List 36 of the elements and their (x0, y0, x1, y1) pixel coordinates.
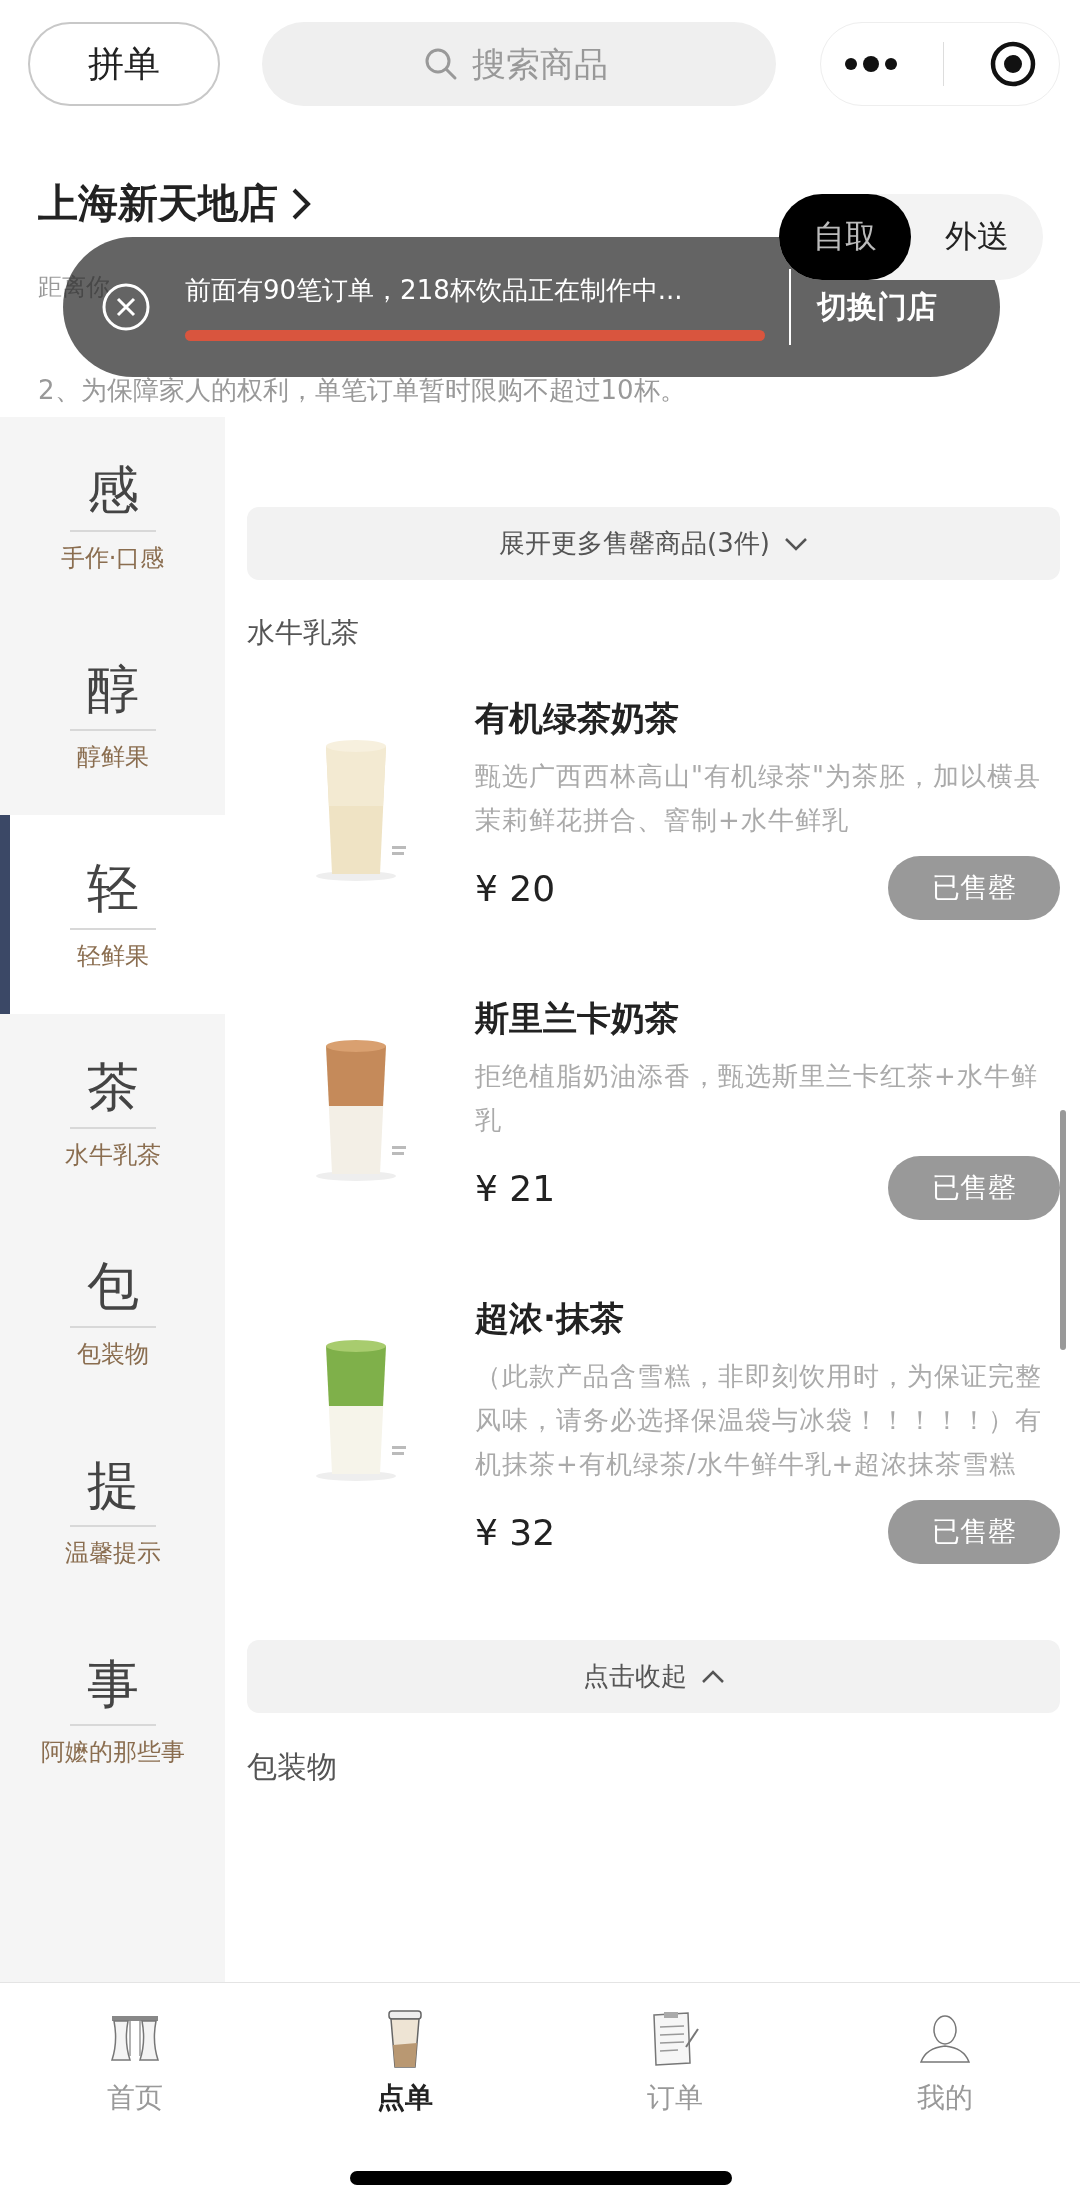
chevron-down-icon (783, 536, 808, 551)
category-item[interactable]: 感 手作·口感 (0, 417, 225, 616)
mode-tab[interactable]: 自取 (779, 194, 911, 280)
product-description: 甄选广西西林高山"有机绿茶"为茶胚，加以横县茉莉鲜花拼合、窨制+水牛鲜乳 (475, 760, 1042, 837)
product-price: ¥ 20 (475, 867, 556, 909)
category-item[interactable]: 事 阿嬷的那些事 (0, 1611, 225, 1810)
section-title: 包装物 (247, 1748, 338, 1786)
group-order-button[interactable]: 拼单 (28, 22, 220, 106)
more-icon[interactable] (843, 56, 900, 72)
section-title: 水牛乳茶 (247, 615, 360, 651)
product-price: ¥ 21 (475, 1167, 556, 1209)
chevron-up-icon (700, 1669, 725, 1684)
category-item[interactable]: 提 温馨提示 (0, 1412, 225, 1611)
notice-text: 2、为保障家人的权利，单笔订单暂时限购不超过10杯。 (38, 374, 687, 407)
toast-message: 前面有90笔订单，218杯饮品正在制作中... (185, 274, 684, 307)
category-item[interactable]: 包 包装物 (0, 1213, 225, 1412)
product-name: 超浓·抹茶 (475, 1297, 625, 1340)
tab-item[interactable]: 点单 (270, 2009, 540, 2117)
product-name: 斯里兰卡奶茶 (475, 997, 680, 1040)
product-description: 拒绝植脂奶油添香，甄选斯里兰卡红茶+水牛鲜乳 (475, 1060, 1039, 1137)
category-item[interactable]: 醇 醇鲜果 (0, 616, 225, 815)
chevron-right-icon[interactable] (290, 186, 312, 221)
product-price: ¥ 32 (475, 1511, 556, 1553)
target-icon[interactable] (988, 40, 1037, 88)
search-icon (424, 47, 458, 81)
mode-tab[interactable]: 外送 (911, 194, 1043, 280)
switch-store-button[interactable]: 切换门店 (817, 286, 937, 328)
collapse-button[interactable]: 点击收起 (247, 1640, 1060, 1713)
cup-icon (385, 2009, 425, 2069)
store-name[interactable]: 上海新天地店 (38, 176, 278, 231)
category-item[interactable]: 轻 轻鲜果 (0, 815, 225, 1014)
expand-button[interactable]: 展开更多售罄商品(3件) (247, 507, 1060, 580)
category-item[interactable]: 茶 水牛乳茶 (0, 1014, 225, 1213)
product-name: 有机绿茶奶茶 (475, 697, 680, 740)
product-description: （此款产品含雪糕，非即刻饮用时，为保证完整风味，请务必选择保温袋与冰袋！！！！！）有机抹茶+有机绿茶/水牛鲜牛乳+超浓抹茶雪糕 (475, 1360, 1043, 1481)
search-field[interactable]: 搜索商品 (262, 22, 776, 106)
